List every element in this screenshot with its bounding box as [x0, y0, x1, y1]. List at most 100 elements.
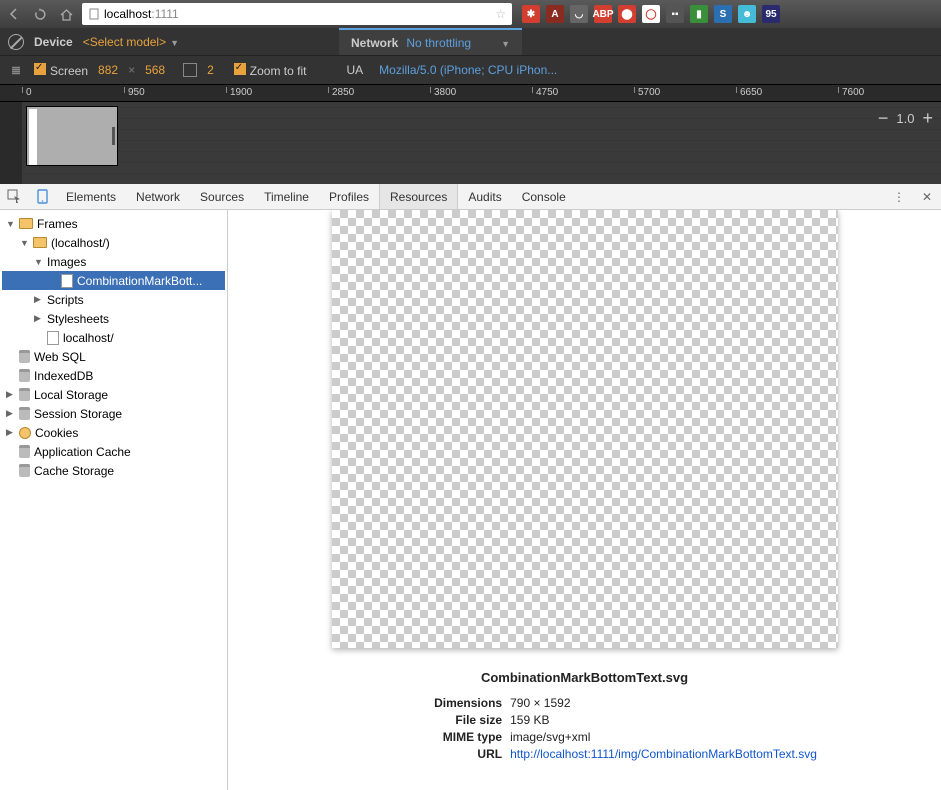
tree-item[interactable]: Local Storage: [2, 385, 225, 404]
disclosure-arrow-icon[interactable]: [6, 389, 15, 400]
zoom-in-button[interactable]: +: [922, 108, 933, 129]
zoom-to-fit-checkbox[interactable]: Zoom to fit: [234, 63, 307, 78]
home-button[interactable]: [56, 4, 76, 24]
meta-dimensions: 790 × 1592: [510, 695, 570, 712]
tree-item-label: localhost/: [63, 331, 114, 345]
browser-toolbar: localhost:1111 ☆ ✱ A ◡ ABP ⬤ ◯ ▪▪ ▮ S ☻ 95: [0, 0, 941, 28]
reload-button[interactable]: [30, 4, 50, 24]
tab-audits[interactable]: Audits: [458, 184, 511, 209]
disclosure-arrow-icon[interactable]: [6, 427, 15, 438]
tree-item-label: CombinationMarkBott...: [77, 274, 202, 288]
folder-icon: [19, 218, 33, 229]
folder-icon: [33, 237, 47, 248]
throttling-select[interactable]: No throttling▼: [406, 36, 510, 50]
extension-icon[interactable]: 95: [762, 5, 780, 23]
screen-width-input[interactable]: 882: [98, 63, 118, 77]
ruler-tick: 950: [124, 87, 145, 93]
extension-icon[interactable]: ✱: [522, 5, 540, 23]
db-icon: [19, 407, 30, 420]
tree-item[interactable]: (localhost/): [2, 233, 225, 252]
tab-network[interactable]: Network: [126, 184, 190, 209]
ruler-tick: 0: [22, 87, 32, 93]
tree-item[interactable]: Session Storage: [2, 404, 225, 423]
settings-icon[interactable]: ≣: [8, 63, 24, 77]
tab-elements[interactable]: Elements: [56, 184, 126, 209]
disclosure-arrow-icon[interactable]: [20, 238, 29, 248]
page-preview[interactable]: [26, 106, 118, 166]
db-icon: [19, 445, 30, 458]
tab-sources[interactable]: Sources: [190, 184, 254, 209]
tab-timeline[interactable]: Timeline: [254, 184, 319, 209]
tree-item[interactable]: Web SQL: [2, 347, 225, 366]
tree-item[interactable]: Frames: [2, 214, 225, 233]
tree-item[interactable]: IndexedDB: [2, 366, 225, 385]
tree-item-label: Session Storage: [34, 407, 122, 421]
screen-height-input[interactable]: 568: [145, 63, 165, 77]
tab-profiles[interactable]: Profiles: [319, 184, 379, 209]
inspect-element-icon[interactable]: [0, 184, 28, 209]
tree-item-label: Cookies: [35, 426, 78, 440]
tree-item[interactable]: Images: [2, 252, 225, 271]
tree-item[interactable]: Cache Storage: [2, 461, 225, 480]
rotate-icon[interactable]: [183, 63, 197, 77]
tree-item-label: Scripts: [47, 293, 84, 307]
disclosure-arrow-icon[interactable]: [6, 408, 15, 419]
resource-filename: CombinationMarkBottomText.svg: [352, 670, 817, 685]
extension-icon[interactable]: ▮: [690, 5, 708, 23]
extension-icon[interactable]: ◯: [642, 5, 660, 23]
ruler-tick: 7600: [838, 87, 864, 93]
extension-icon[interactable]: ☻: [738, 5, 756, 23]
db-icon: [19, 388, 30, 401]
tree-item-label: Frames: [37, 217, 78, 231]
tree-item[interactable]: Scripts: [2, 290, 225, 309]
extension-icon[interactable]: ⬤: [618, 5, 636, 23]
file-icon: [47, 331, 59, 345]
tree-item-label: Web SQL: [34, 350, 86, 364]
tab-resources[interactable]: Resources: [379, 184, 458, 209]
zoom-out-button[interactable]: −: [878, 108, 889, 129]
back-button[interactable]: [4, 4, 24, 24]
meta-url-link[interactable]: http://localhost:1111/img/CombinationMar…: [510, 746, 817, 763]
toggle-device-mode-icon[interactable]: [28, 184, 56, 209]
disclosure-arrow-icon[interactable]: [34, 257, 43, 267]
bookmark-star-icon[interactable]: ☆: [495, 7, 506, 21]
tree-item-label: Stylesheets: [47, 312, 109, 326]
ruler-vertical: [0, 102, 22, 184]
devtools-close-icon[interactable]: ✕: [913, 184, 941, 209]
devtools-menu-icon[interactable]: ⋮: [885, 184, 913, 209]
meta-filesize: 159 KB: [510, 712, 549, 729]
extension-icon[interactable]: ABP: [594, 5, 612, 23]
db-icon: [19, 369, 30, 382]
tree-item[interactable]: CombinationMarkBott...: [2, 271, 225, 290]
address-bar[interactable]: localhost:1111 ☆: [82, 3, 512, 25]
resource-metadata: CombinationMarkBottomText.svg Dimensions…: [352, 670, 817, 763]
disable-emulation-icon[interactable]: [8, 34, 24, 50]
tree-item-label: Application Cache: [34, 445, 131, 459]
network-group: Network No throttling▼: [339, 28, 522, 55]
tree-item[interactable]: localhost/: [2, 328, 225, 347]
tree-item[interactable]: Stylesheets: [2, 309, 225, 328]
extension-icon[interactable]: A: [546, 5, 564, 23]
resource-content: CombinationMarkBottomText.svg Dimensions…: [228, 210, 941, 790]
zoom-level: 1.0: [896, 111, 914, 126]
db-icon: [19, 464, 30, 477]
dpr-input[interactable]: 2: [207, 63, 214, 77]
tree-item[interactable]: Application Cache: [2, 442, 225, 461]
extension-icon[interactable]: ◡: [570, 5, 588, 23]
screen-checkbox[interactable]: Screen: [34, 63, 88, 78]
tree-item[interactable]: Cookies: [2, 423, 225, 442]
disclosure-arrow-icon[interactable]: [34, 313, 43, 324]
ua-input[interactable]: Mozilla/5.0 (iPhone; CPU iPhon...: [379, 63, 557, 77]
viewport-canvas[interactable]: − 1.0 +: [0, 102, 941, 184]
extension-icon[interactable]: ▪▪: [666, 5, 684, 23]
network-label: Network: [351, 36, 398, 50]
ua-label: UA: [346, 63, 363, 77]
tab-console[interactable]: Console: [512, 184, 576, 209]
disclosure-arrow-icon[interactable]: [6, 219, 15, 229]
device-label: Device: [34, 35, 73, 49]
extension-icon[interactable]: S: [714, 5, 732, 23]
resources-sidebar[interactable]: Frames (localhost/)Images CombinationMarkB…: [0, 210, 228, 790]
device-model-select[interactable]: <Select model>▼: [83, 35, 179, 49]
disclosure-arrow-icon[interactable]: [34, 294, 43, 305]
file-icon: [61, 274, 73, 288]
